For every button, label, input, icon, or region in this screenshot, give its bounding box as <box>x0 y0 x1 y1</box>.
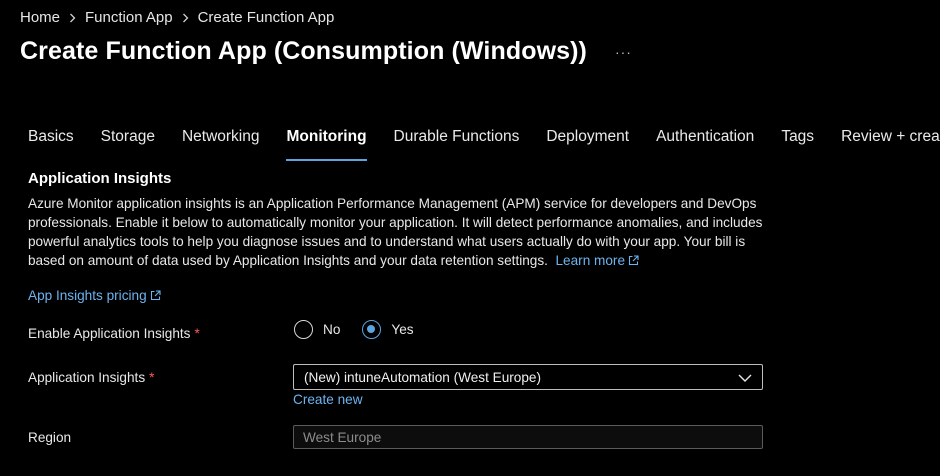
create-new-link[interactable]: Create new <box>293 392 363 407</box>
chevron-right-icon <box>69 13 76 23</box>
region-label: Region <box>28 430 72 445</box>
radio-yes-circle[interactable] <box>362 320 382 339</box>
app-insights-label: Application Insights * <box>28 370 154 385</box>
app-insights-label-text: Application Insights <box>28 370 146 385</box>
chevron-right-icon <box>182 13 189 23</box>
radio-yes-label: Yes <box>391 322 414 337</box>
external-link-icon <box>628 252 639 271</box>
tab-monitoring[interactable]: Monitoring <box>286 128 367 161</box>
enable-label-text: Enable Application Insights <box>28 326 191 341</box>
more-icon[interactable]: ··· <box>615 44 632 60</box>
tab-durable-functions[interactable]: Durable Functions <box>394 128 520 155</box>
enable-app-insights-label: Enable Application Insights * <box>28 326 200 341</box>
radio-yes[interactable]: Yes <box>362 320 414 339</box>
tab-bar: Basics Storage Networking Monitoring Dur… <box>28 128 940 161</box>
tab-tags[interactable]: Tags <box>781 128 814 155</box>
pricing-label: App Insights pricing <box>28 288 147 303</box>
tab-deployment[interactable]: Deployment <box>546 128 629 155</box>
tab-basics[interactable]: Basics <box>28 128 74 155</box>
tab-review-create[interactable]: Review + create <box>841 128 940 155</box>
app-insights-pricing-link[interactable]: App Insights pricing <box>28 288 161 303</box>
description-text: Azure Monitor application insights is an… <box>28 196 763 268</box>
breadcrumb: Home Function App Create Function App <box>20 9 334 26</box>
app-insights-dropdown[interactable]: (New) intuneAutomation (West Europe) <box>293 364 763 390</box>
external-link-icon <box>150 289 161 304</box>
region-field: West Europe <box>293 425 763 449</box>
pricing-row: App Insights pricing <box>28 288 161 304</box>
radio-no-circle[interactable] <box>294 320 313 339</box>
learn-more-label: Learn more <box>555 253 626 268</box>
enable-app-insights-radio-group: No Yes <box>294 320 436 339</box>
app-insights-selected-value: (New) intuneAutomation (West Europe) <box>304 369 541 385</box>
page-title: Create Function App (Consumption (Window… <box>20 37 587 65</box>
section-description: Azure Monitor application insights is an… <box>28 194 768 271</box>
breadcrumb-home[interactable]: Home <box>20 9 60 26</box>
title-row: Create Function App (Consumption (Window… <box>20 37 632 66</box>
create-function-app-page: Home Function App Create Function App Cr… <box>0 0 940 476</box>
tab-authentication[interactable]: Authentication <box>656 128 754 155</box>
required-mark: * <box>149 370 155 385</box>
breadcrumb-function-app[interactable]: Function App <box>85 9 173 26</box>
chevron-down-icon <box>738 371 752 386</box>
required-mark: * <box>194 326 200 341</box>
learn-more-link[interactable]: Learn more <box>556 253 640 268</box>
tab-networking[interactable]: Networking <box>182 128 260 155</box>
section-title: Application Insights <box>28 170 172 187</box>
tab-storage[interactable]: Storage <box>101 128 155 155</box>
radio-no-label: No <box>323 322 341 337</box>
region-value: West Europe <box>303 429 382 445</box>
radio-no[interactable]: No <box>294 320 340 339</box>
breadcrumb-create-function-app[interactable]: Create Function App <box>198 9 335 26</box>
